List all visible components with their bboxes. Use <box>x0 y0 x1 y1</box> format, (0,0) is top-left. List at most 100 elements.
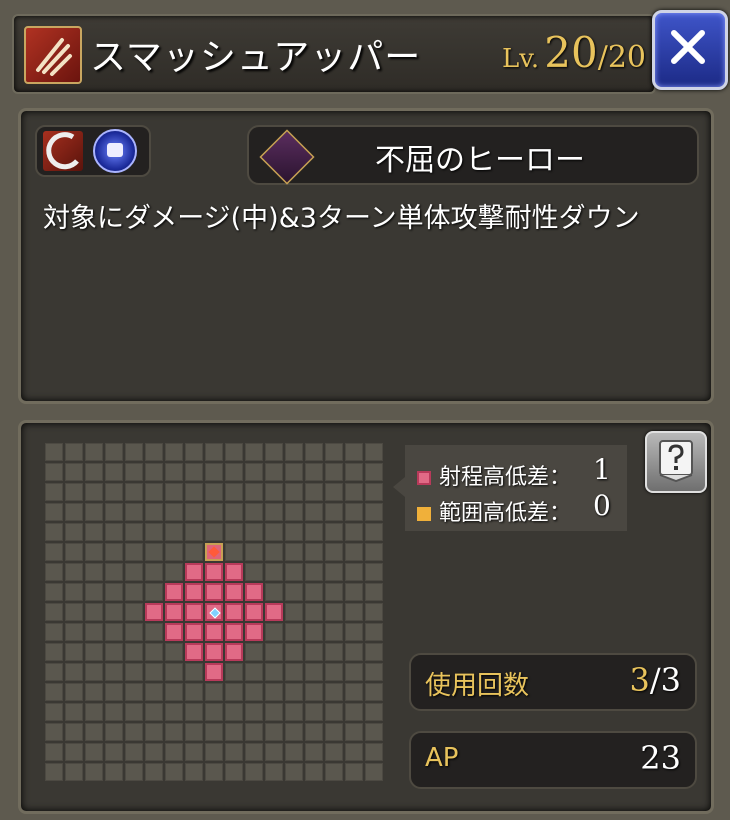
range-cell <box>245 583 263 601</box>
close-button[interactable] <box>652 10 728 90</box>
grid-cell <box>85 703 103 721</box>
grid-cell <box>125 743 143 761</box>
grid-cell <box>85 503 103 521</box>
grid-cell <box>105 623 123 641</box>
grid-cell <box>285 503 303 521</box>
grid-cell <box>305 463 323 481</box>
grid-cell <box>65 583 83 601</box>
range-cell <box>205 663 223 681</box>
grid-cell <box>185 483 203 501</box>
ap-value: 23 <box>640 739 681 777</box>
range-height-label: 射程高低差： <box>439 465 572 490</box>
grid-cell <box>85 603 103 621</box>
range-cell <box>225 583 243 601</box>
grid-cell <box>285 563 303 581</box>
grid-cell <box>245 683 263 701</box>
range-grid <box>45 443 385 783</box>
grid-cell <box>345 543 363 561</box>
grid-cell <box>245 483 263 501</box>
range-cell <box>165 603 183 621</box>
grid-cell <box>305 583 323 601</box>
grid-cell <box>45 643 63 661</box>
grid-cell <box>265 703 283 721</box>
grid-cell <box>145 623 163 641</box>
grid-cell <box>65 743 83 761</box>
grid-cell <box>105 683 123 701</box>
grid-cell <box>85 563 103 581</box>
range-cell <box>225 603 243 621</box>
grid-cell <box>45 463 63 481</box>
grid-cell <box>65 443 83 461</box>
grid-cell <box>305 543 323 561</box>
grid-cell <box>105 763 123 781</box>
grid-cell <box>125 583 143 601</box>
trait-badge[interactable]: 不屈のヒーロー <box>247 125 699 185</box>
range-cell <box>185 563 203 581</box>
grid-cell <box>325 623 343 641</box>
grid-cell <box>105 723 123 741</box>
skill-level: Lv. 20/20 <box>502 28 646 77</box>
grid-cell <box>265 623 283 641</box>
grid-cell <box>225 703 243 721</box>
range-height-row: 射程高低差： 1 <box>417 453 611 491</box>
grid-cell <box>325 683 343 701</box>
range-cell <box>185 623 203 641</box>
grid-cell <box>365 523 383 541</box>
grid-cell <box>145 583 163 601</box>
grid-cell <box>345 563 363 581</box>
grid-cell <box>145 463 163 481</box>
area-swatch <box>417 507 431 521</box>
grid-cell <box>285 543 303 561</box>
grid-cell <box>365 483 383 501</box>
grid-cell <box>205 523 223 541</box>
grid-cell <box>125 543 143 561</box>
grid-cell <box>125 703 143 721</box>
grid-cell <box>125 683 143 701</box>
grid-cell <box>285 603 303 621</box>
grid-cell <box>345 703 363 721</box>
grid-cell <box>325 703 343 721</box>
level-prefix: Lv. <box>502 44 540 74</box>
grid-cell <box>265 463 283 481</box>
grid-cell <box>365 443 383 461</box>
grid-cell <box>105 583 123 601</box>
grid-cell <box>265 523 283 541</box>
grid-cell <box>345 603 363 621</box>
grid-cell <box>325 463 343 481</box>
grid-cell <box>205 763 223 781</box>
grid-cell <box>325 483 343 501</box>
area-height-value: 0 <box>593 489 611 522</box>
grid-cell <box>125 623 143 641</box>
grid-cell <box>125 483 143 501</box>
grid-cell <box>145 563 163 581</box>
help-button[interactable] <box>645 431 707 493</box>
grid-cell <box>145 763 163 781</box>
grid-cell <box>345 523 363 541</box>
grid-cell <box>165 523 183 541</box>
grid-cell <box>325 663 343 681</box>
grid-cell <box>65 763 83 781</box>
grid-cell <box>365 463 383 481</box>
grid-cell <box>45 603 63 621</box>
grid-cell <box>65 663 83 681</box>
skill-detail-panel: 不屈のヒーロー 対象にダメージ(中)&3ターン単体攻撃耐性ダウン <box>18 108 714 404</box>
grid-cell <box>125 643 143 661</box>
grid-cell <box>105 603 123 621</box>
caster-cell <box>205 603 223 621</box>
grid-cell <box>165 763 183 781</box>
grid-cell <box>105 643 123 661</box>
grid-cell <box>305 643 323 661</box>
range-cell <box>185 583 203 601</box>
grid-cell <box>285 623 303 641</box>
grid-cell <box>245 663 263 681</box>
grid-cell <box>205 483 223 501</box>
grid-cell <box>165 683 183 701</box>
grid-cell <box>365 543 383 561</box>
grid-cell <box>105 563 123 581</box>
grid-cell <box>285 443 303 461</box>
grid-cell <box>125 663 143 681</box>
grid-cell <box>225 523 243 541</box>
range-cell <box>205 623 223 641</box>
grid-cell <box>285 463 303 481</box>
grid-cell <box>45 503 63 521</box>
